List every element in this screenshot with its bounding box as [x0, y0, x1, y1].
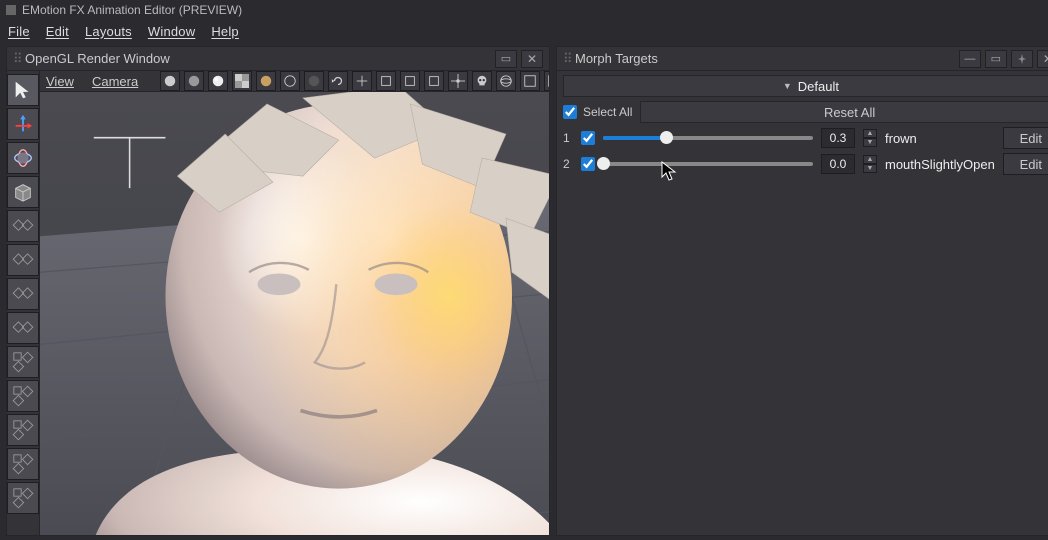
reset-all-label: Reset All	[824, 105, 875, 120]
morph-row-checkbox[interactable]	[581, 157, 595, 171]
morph-slider[interactable]	[603, 132, 813, 144]
render-panel-restore-button[interactable]: ▭	[495, 50, 517, 68]
viewport-tool-column	[7, 71, 40, 535]
render-panel-header: ⠿ OpenGL Render Window ▭ ✕	[7, 47, 549, 71]
morph-spinner[interactable]: ▲▼	[863, 129, 877, 147]
window-title: EMotion FX Animation Editor (PREVIEW)	[22, 3, 242, 17]
morph-row: 2 0.0 ▲▼ mouthSlightlyOpen Edit	[563, 153, 1048, 175]
view-reset-icon[interactable]	[328, 71, 348, 91]
grid-diamond-d[interactable]	[7, 448, 39, 480]
pointer-tool[interactable]	[7, 74, 39, 106]
view-right-icon[interactable]	[400, 71, 420, 91]
shading-smooth-icon[interactable]	[184, 71, 204, 91]
view-left-icon[interactable]	[376, 71, 396, 91]
section-title: Default	[798, 79, 839, 94]
gizmo-icon[interactable]	[448, 71, 468, 91]
render-panel-close-button[interactable]: ✕	[521, 50, 543, 68]
disclosure-triangle-icon: ▼	[783, 81, 792, 91]
layout-split-a-icon[interactable]	[520, 71, 540, 91]
viewport-3d[interactable]: Perspective	[40, 92, 549, 535]
skull-icon[interactable]	[472, 71, 492, 91]
app-icon	[6, 5, 16, 15]
camera-menu[interactable]: Camera	[92, 74, 138, 89]
morph-restore-button[interactable]: ▭	[985, 50, 1007, 68]
shading-checker-icon[interactable]	[232, 71, 252, 91]
select-all-input[interactable]	[563, 105, 577, 119]
viewport-render: Perspective	[40, 92, 549, 535]
morph-row-index: 2	[563, 157, 573, 171]
window-titlebar: EMotion FX Animation Editor (PREVIEW)	[0, 0, 1048, 20]
select-all-checkbox[interactable]: Select All	[563, 105, 632, 119]
shading-wire-icon[interactable]	[280, 71, 300, 91]
morph-pin-button[interactable]	[1011, 50, 1033, 68]
spinner-down-icon[interactable]: ▼	[863, 164, 877, 173]
morph-spinner[interactable]: ▲▼	[863, 155, 877, 173]
menu-help[interactable]: Help	[211, 24, 239, 39]
layout-split-b-icon[interactable]	[544, 71, 549, 91]
shading-matcap-icon[interactable]	[256, 71, 276, 91]
morph-close-button[interactable]: ✕	[1037, 50, 1048, 68]
menubar: File Edit Layouts Window Help	[0, 20, 1048, 42]
render-panel-title: OpenGL Render Window	[25, 51, 170, 66]
move-gizmo-tool[interactable]	[7, 108, 39, 140]
grip-icon: ⠿	[563, 51, 569, 67]
select-all-label: Select All	[583, 105, 632, 119]
morph-edit-button[interactable]: Edit	[1003, 127, 1048, 149]
shading-solid-icon[interactable]	[160, 71, 180, 91]
section-header-default[interactable]: ▼ Default	[563, 75, 1048, 97]
grip-icon: ⠿	[13, 51, 19, 67]
shading-unlit-icon[interactable]	[304, 71, 324, 91]
orbit-tool[interactable]	[7, 142, 39, 174]
morph-slider[interactable]	[603, 158, 813, 170]
diamond-pair-c[interactable]	[7, 278, 39, 310]
menu-window[interactable]: Window	[148, 24, 195, 39]
morph-value[interactable]: 0.0	[821, 154, 855, 174]
grid-diamond-c[interactable]	[7, 414, 39, 446]
morph-edit-button[interactable]: Edit	[1003, 153, 1048, 175]
spinner-up-icon[interactable]: ▲	[863, 155, 877, 164]
view-ortho-icon[interactable]	[352, 71, 372, 91]
morph-min-button[interactable]: —	[959, 50, 981, 68]
morph-row: 1 0.3 ▲▼ frown Edit	[563, 127, 1048, 149]
menu-file[interactable]: File	[8, 24, 30, 39]
spinner-up-icon[interactable]: ▲	[863, 129, 877, 138]
morph-panel-header: ⠿ Morph Targets — ▭ ✕	[557, 47, 1048, 71]
diamond-pair-a[interactable]	[7, 210, 39, 242]
view-front-icon[interactable]	[424, 71, 444, 91]
morph-value[interactable]: 0.3	[821, 128, 855, 148]
spinner-down-icon[interactable]: ▼	[863, 138, 877, 147]
morph-panel-title: Morph Targets	[575, 51, 658, 66]
diamond-pair-b[interactable]	[7, 244, 39, 276]
morph-targets-panel: ⠿ Morph Targets — ▭ ✕ ▼ Default Select A…	[556, 46, 1048, 536]
morph-row-index: 1	[563, 131, 573, 145]
grid-diamond-b[interactable]	[7, 380, 39, 412]
globe-icon[interactable]	[496, 71, 516, 91]
viewport-top-toolbar: View Camera	[40, 71, 549, 92]
cube-tool[interactable]	[7, 176, 39, 208]
menu-layouts[interactable]: Layouts	[85, 24, 132, 39]
morph-name: frown	[885, 131, 995, 146]
render-panel: ⠿ OpenGL Render Window ▭ ✕	[6, 46, 550, 536]
grid-diamond-e[interactable]	[7, 482, 39, 514]
shading-lit-icon[interactable]	[208, 71, 228, 91]
reset-all-button[interactable]: Reset All	[640, 101, 1048, 123]
view-menu[interactable]: View	[46, 74, 74, 89]
morph-row-checkbox[interactable]	[581, 131, 595, 145]
diamond-pair-d[interactable]	[7, 312, 39, 344]
morph-name: mouthSlightlyOpen	[885, 157, 995, 172]
menu-edit[interactable]: Edit	[46, 24, 69, 39]
grid-diamond-a[interactable]	[7, 346, 39, 378]
